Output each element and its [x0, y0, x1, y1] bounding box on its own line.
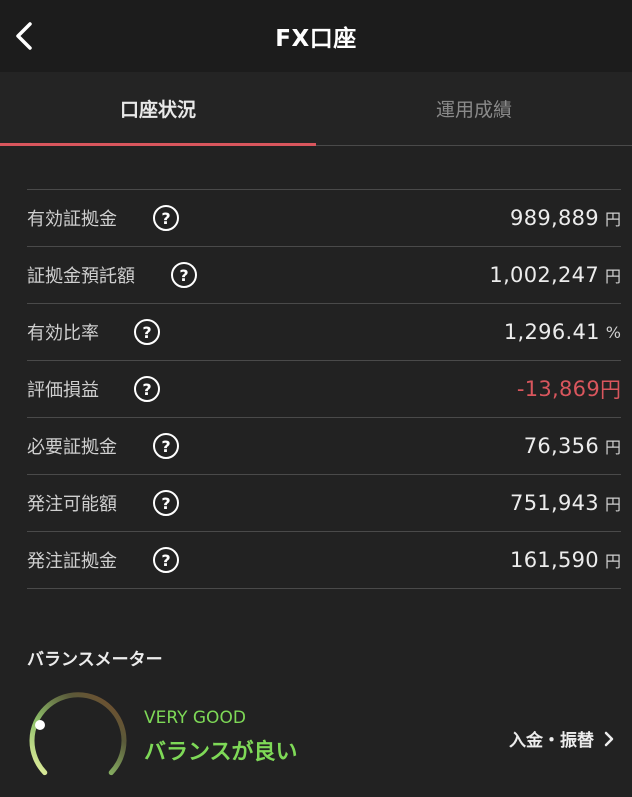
row-value: 1,002,247: [489, 263, 599, 287]
row-unit: 円: [604, 552, 621, 571]
row-value: -13,869: [516, 377, 600, 401]
row-unit: 円: [604, 267, 621, 286]
row-available-amount: 発注可能額 ? 751,943 円: [27, 474, 621, 531]
tab-account-status[interactable]: 口座状況: [0, 72, 316, 146]
row-effective-margin: 有効証拠金 ? 989,889 円: [27, 189, 621, 246]
deposit-transfer-label: 入金・振替: [509, 731, 594, 751]
row-value: 1,296.41: [503, 320, 600, 344]
help-icon[interactable]: ?: [134, 319, 160, 345]
row-deposited-margin: 証拠金預託額 ? 1,002,247 円: [27, 246, 621, 303]
balance-status-en: VERY GOOD: [144, 708, 246, 728]
help-icon[interactable]: ?: [153, 433, 179, 459]
row-unit: 円: [604, 438, 621, 457]
row-label: 発注証拠金: [27, 551, 117, 572]
row-label: 発注可能額: [27, 494, 117, 515]
account-summary-list: 有効証拠金 ? 989,889 円 証拠金預託額 ? 1,002,247 円 有効比…: [27, 189, 621, 589]
help-icon[interactable]: ?: [153, 490, 179, 516]
row-required-margin: 必要証拠金 ? 76,356 円: [27, 417, 621, 474]
row-value: 989,889: [510, 206, 599, 230]
row-unit: 円: [604, 210, 621, 229]
row-label: 有効証拠金: [27, 209, 117, 230]
help-icon[interactable]: ?: [153, 547, 179, 573]
chevron-right-icon: [604, 731, 614, 747]
row-value: 76,356: [523, 434, 599, 458]
balance-status-ja: バランスが良い: [144, 740, 298, 765]
gauge-arc: [29, 692, 127, 776]
balance-gauge: [29, 692, 127, 776]
tab-bar: 口座状況 運用成績: [0, 72, 632, 146]
row-label: 必要証拠金: [27, 437, 117, 458]
row-value: 751,943: [510, 491, 599, 515]
back-button[interactable]: [6, 18, 42, 54]
deposit-transfer-link[interactable]: 入金・振替: [509, 726, 614, 751]
help-icon[interactable]: ?: [134, 376, 160, 402]
row-label: 証拠金預託額: [27, 266, 135, 287]
row-label: 有効比率: [27, 323, 99, 344]
gauge-indicator: [35, 720, 45, 730]
row-value: 161,590: [510, 548, 599, 572]
chevron-left-icon: [16, 22, 32, 50]
row-effective-ratio: 有効比率 ? 1,296.41%: [27, 303, 621, 360]
help-icon[interactable]: ?: [153, 205, 179, 231]
page-title: FX口座: [275, 26, 357, 52]
row-order-margin: 発注証拠金 ? 161,590 円: [27, 531, 621, 589]
row-unit: 円: [604, 495, 621, 514]
row-label: 評価損益: [27, 380, 99, 401]
tab-performance[interactable]: 運用成績: [316, 72, 632, 145]
help-icon[interactable]: ?: [171, 262, 197, 288]
row-unrealized-pl: 評価損益 ? -13,869 円: [27, 360, 621, 417]
header: FX口座: [0, 0, 632, 72]
row-unit: 円: [600, 378, 621, 402]
balance-meter-title: バランスメーター: [27, 650, 163, 670]
row-unit: %: [605, 322, 621, 342]
